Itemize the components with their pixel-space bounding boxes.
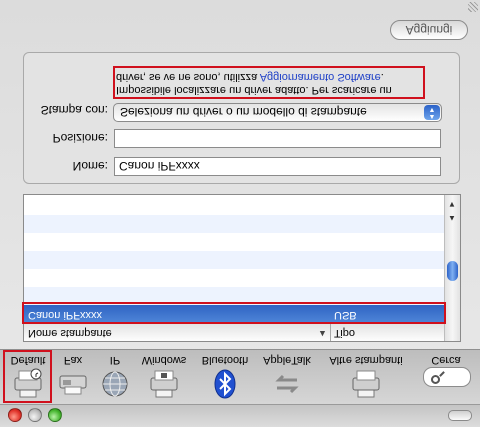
empty-row <box>24 269 444 287</box>
column-header-type[interactable]: Tipo <box>334 327 355 339</box>
add-printer-window: Default Fax IP Windows Bluetooth AppleTa… <box>0 0 480 427</box>
toolbar-toggle-button[interactable] <box>448 410 472 421</box>
highlight-message <box>113 66 425 99</box>
bluetooth-icon <box>214 369 236 399</box>
location-field[interactable] <box>114 129 441 148</box>
column-header-name[interactable]: Nome stampante <box>28 327 112 339</box>
toolbar-bluetooth[interactable]: Bluetooth <box>196 350 254 404</box>
add-button[interactable]: Aggiungi <box>390 20 468 40</box>
empty-row <box>24 197 444 215</box>
highlight-default <box>3 350 52 403</box>
name-field[interactable]: Canon iPFxxxx <box>114 157 441 176</box>
close-button[interactable] <box>8 408 22 422</box>
minimize-button[interactable] <box>28 408 42 422</box>
empty-row <box>24 215 444 233</box>
highlight-printer-row <box>22 302 446 324</box>
toolbar-appletalk[interactable]: AppleTalk <box>258 350 316 404</box>
location-label: Posizione: <box>52 131 108 145</box>
select-arrows-icon: ▲ ▼ <box>424 105 440 120</box>
list-scrollbar[interactable]: ▲ ▼ <box>444 195 460 341</box>
toolbar-windows[interactable]: Windows <box>138 350 190 404</box>
name-label: Nome: <box>72 159 108 173</box>
scroll-up-icon[interactable]: ▲ <box>448 214 456 223</box>
printer-other-icon <box>352 370 380 398</box>
toolbar-label-other-printers: Altre stampanti <box>329 354 403 366</box>
empty-row <box>24 251 444 269</box>
toolbar-label-windows: Windows <box>141 354 187 366</box>
driver-select-value: Seleziona un driver o un modello di stam… <box>120 105 367 119</box>
globe-icon <box>102 371 128 397</box>
name-value: Canon iPFxxxx <box>119 159 200 173</box>
list-header: Nome stampante ▲ Tipo <box>24 323 444 341</box>
scroll-down-icon[interactable]: ▼ <box>448 200 456 209</box>
driver-select[interactable]: Seleziona un driver o un modello di stam… <box>113 103 442 122</box>
toolbar-other-printers[interactable]: Altre stampanti <box>322 350 410 404</box>
toolbar-fax[interactable]: Fax <box>54 350 92 404</box>
zoom-button[interactable] <box>48 408 62 422</box>
appletalk-icon <box>275 374 299 394</box>
search-icon <box>431 375 440 384</box>
search-input[interactable] <box>423 367 471 387</box>
resize-grip[interactable] <box>468 2 478 12</box>
toolbar: Default Fax IP Windows Bluetooth AppleTa… <box>0 349 480 404</box>
scrollbar-thumb[interactable] <box>447 261 458 281</box>
toolbar-label-appletalk: AppleTalk <box>263 354 311 366</box>
sort-arrow-icon: ▲ <box>318 329 327 339</box>
toolbar-search: Cerca <box>418 350 474 404</box>
printer-windows-icon <box>150 370 178 398</box>
toolbar-label-bluetooth: Bluetooth <box>201 354 249 366</box>
toolbar-label-search: Cerca <box>431 354 461 366</box>
title-bar <box>0 404 480 427</box>
toolbar-label-fax: Fax <box>63 354 83 366</box>
toolbar-label-ip: IP <box>109 354 121 366</box>
toolbar-ip[interactable]: IP <box>96 350 134 404</box>
empty-row <box>24 233 444 251</box>
column-divider <box>330 324 331 341</box>
print-with-label: Stampa con: <box>40 103 108 117</box>
fax-icon <box>59 375 87 395</box>
